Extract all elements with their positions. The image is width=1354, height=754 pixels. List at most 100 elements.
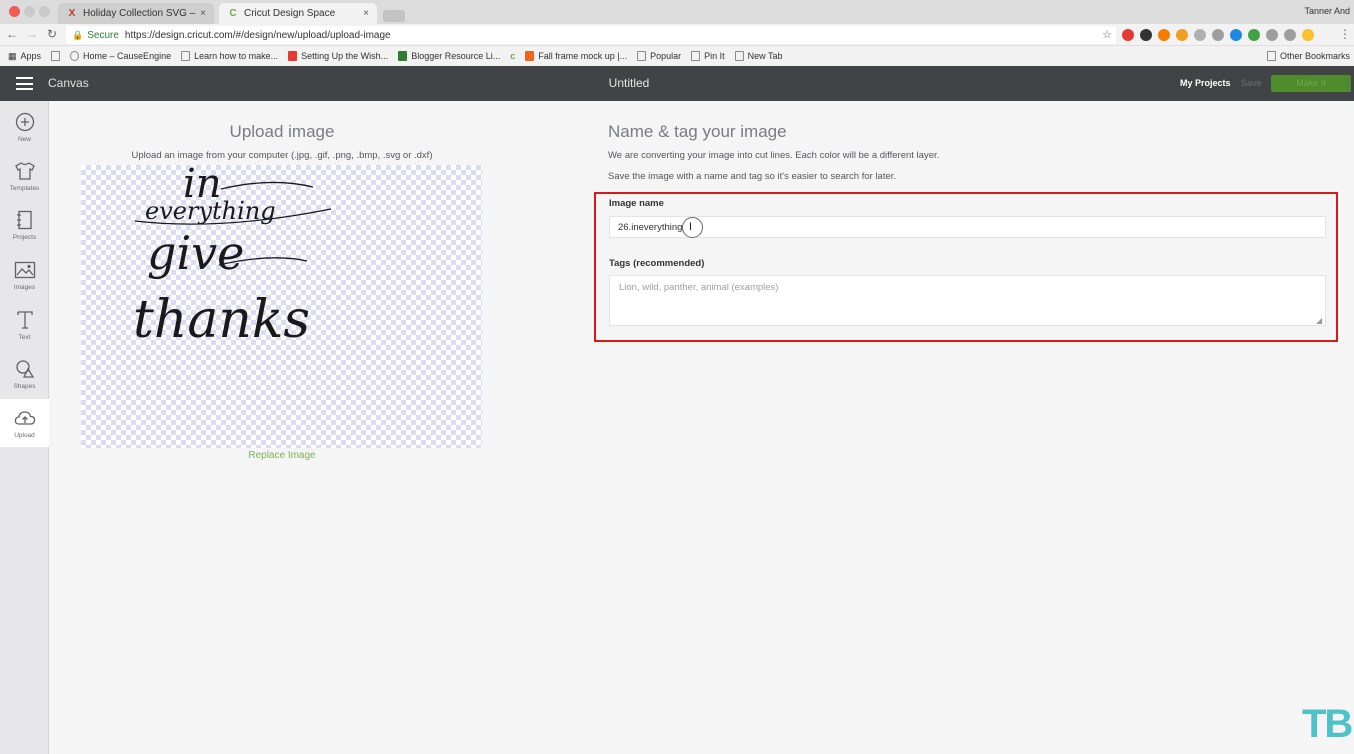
url-text: https://design.cricut.com/#/design/new/u… xyxy=(124,29,391,41)
browser-extension-icon[interactable] xyxy=(1212,29,1224,41)
sidebar-item-label: New xyxy=(17,136,31,143)
browser-extension-icon[interactable] xyxy=(1266,29,1278,41)
bookmark-learn[interactable]: Learn how to make... xyxy=(181,51,278,61)
sidebar-item-projects[interactable]: Projects xyxy=(0,201,49,249)
bookmark-star-icon[interactable]: ☆ xyxy=(1102,28,1112,41)
tags-label: Tags (recommended) xyxy=(609,258,705,269)
image-name-input[interactable] xyxy=(609,216,1326,238)
bookmark-causeengine[interactable]: Home – CauseEngine xyxy=(70,51,171,61)
forward-arrow-icon[interactable]: → xyxy=(25,27,39,41)
bookmarks-bar: ▦ Apps Home – CauseEngine Learn how to ma… xyxy=(0,46,1354,66)
lock-icon: 🔒 xyxy=(72,29,84,40)
sidebar-item-shapes[interactable]: Shapes xyxy=(0,350,49,398)
folder-icon xyxy=(637,51,647,61)
bookmark-apps[interactable]: ▦ Apps xyxy=(8,51,41,62)
browser-extension-icon[interactable] xyxy=(1122,29,1134,41)
sidebar-item-label: Templates xyxy=(9,185,40,192)
zoom-window-button[interactable] xyxy=(39,6,50,17)
plus-circle-icon xyxy=(14,111,36,133)
apps-grid-icon: ▦ xyxy=(8,50,17,61)
browser-extension-icon[interactable] xyxy=(1194,29,1206,41)
replace-image-link[interactable]: Replace Image xyxy=(82,450,482,461)
save-link[interactable]: Save xyxy=(1241,78,1262,88)
upload-image-subtitle: Upload an image from your computer (.jpg… xyxy=(131,150,433,161)
lettering-word: thanks xyxy=(133,290,310,350)
browser-user-name[interactable]: Tanner And xyxy=(1304,6,1350,16)
back-arrow-icon[interactable]: ← xyxy=(5,27,19,41)
browser-extension-icon[interactable] xyxy=(1248,29,1260,41)
site-icon xyxy=(70,51,80,61)
tab-close-icon[interactable]: × xyxy=(363,8,369,19)
cloud-upload-icon xyxy=(14,407,36,429)
resize-grip-icon[interactable]: ◢ xyxy=(1316,316,1322,325)
sidebar-item-label: Shapes xyxy=(13,383,36,390)
reload-icon[interactable]: ↻ xyxy=(45,27,59,41)
watermark-logo: TB xyxy=(1302,702,1353,746)
shapes-icon xyxy=(14,358,36,380)
bookmark-blogger[interactable]: Blogger Resource Li... xyxy=(398,51,500,61)
bookmark-pin-it[interactable]: Pin It xyxy=(691,51,725,61)
browser-extension-icon[interactable] xyxy=(1176,29,1188,41)
sidebar-item-templates[interactable]: Templates xyxy=(0,152,49,200)
app-header: Canvas Untitled My Projects Save Make It xyxy=(0,66,1354,101)
lettering-word: give xyxy=(147,226,244,280)
image-name-label: Image name xyxy=(609,198,664,209)
tags-input[interactable] xyxy=(609,275,1326,326)
lettering-artwork: in everything give thanks xyxy=(133,165,332,350)
page-icon xyxy=(734,51,744,61)
browser-extension-icon[interactable] xyxy=(1284,29,1296,41)
left-sidebar: New Templates Projects Images Text Shape… xyxy=(0,101,49,754)
browser-extension-icon[interactable] xyxy=(1230,29,1242,41)
browser-tab-holiday[interactable]: X Holiday Collection SVG – Maki × xyxy=(58,3,214,24)
tab-title: Holiday Collection SVG – Maki xyxy=(83,8,196,19)
browser-extension-icon[interactable] xyxy=(1158,29,1170,41)
address-bar: ← → ↻ 🔒 Secure https://design.cricut.com… xyxy=(0,24,1354,46)
bookmark-cricut[interactable]: c xyxy=(510,51,515,61)
sidebar-item-text[interactable]: Text xyxy=(0,301,49,349)
tab-favicon-icon: C xyxy=(229,8,237,19)
text-cursor-icon: I xyxy=(689,221,693,233)
close-window-button[interactable] xyxy=(9,6,20,17)
youtube-icon xyxy=(288,51,298,61)
browser-titlebar: X Holiday Collection SVG – Maki × C Cric… xyxy=(0,0,1354,24)
secure-label: Secure xyxy=(87,29,119,41)
browser-extension-icon[interactable] xyxy=(1302,29,1314,41)
other-bookmarks[interactable]: Other Bookmarks xyxy=(1266,51,1350,61)
bookmark-fall-frame[interactable]: Fall frame mock up |... xyxy=(525,51,627,61)
extension-icons xyxy=(1122,29,1314,41)
bookmark-new-tab[interactable]: New Tab xyxy=(734,51,783,61)
bookmark-popular[interactable]: Popular xyxy=(637,51,681,61)
bookmark-wishlist[interactable]: Setting Up the Wish... xyxy=(288,51,388,61)
page-icon xyxy=(691,51,701,61)
shirt-icon xyxy=(14,160,36,182)
bookmark-blank[interactable] xyxy=(51,51,61,61)
sidebar-item-label: Images xyxy=(13,284,36,291)
name-tag-title: Name & tag your image xyxy=(608,122,787,141)
sidebar-item-images[interactable]: Images xyxy=(0,251,49,299)
my-projects-link[interactable]: My Projects xyxy=(1180,78,1231,88)
sidebar-item-new[interactable]: New xyxy=(0,103,49,151)
folder-icon xyxy=(1266,51,1276,61)
browser-extension-icon[interactable] xyxy=(1140,29,1152,41)
page-icon xyxy=(51,51,61,61)
browser-tab-cricut[interactable]: C Cricut Design Space × xyxy=(219,3,377,24)
url-field[interactable]: 🔒 Secure https://design.cricut.com/#/des… xyxy=(66,26,1116,44)
page-icon xyxy=(181,51,191,61)
minimize-window-button[interactable] xyxy=(24,6,35,17)
new-tab-button[interactable] xyxy=(383,10,405,22)
make-it-button[interactable]: Make It xyxy=(1271,75,1351,92)
notebook-icon xyxy=(14,209,36,231)
tab-close-icon[interactable]: × xyxy=(200,8,206,19)
sidebar-item-upload[interactable]: Upload xyxy=(0,399,49,447)
document-title: Untitled xyxy=(608,76,650,90)
tab-title: Cricut Design Space xyxy=(244,8,336,19)
sidebar-item-label: Upload xyxy=(14,432,35,439)
browser-menu-icon[interactable]: ⋮ xyxy=(1338,27,1352,41)
upload-image-title: Upload image xyxy=(229,122,335,141)
name-tag-description: We are converting your image into cut li… xyxy=(608,150,940,161)
text-icon xyxy=(14,309,36,331)
sidebar-item-label: Text xyxy=(18,334,31,341)
sheet-icon xyxy=(398,51,408,61)
uploaded-image-preview: in everything give thanks xyxy=(81,165,482,448)
image-icon xyxy=(14,259,36,281)
